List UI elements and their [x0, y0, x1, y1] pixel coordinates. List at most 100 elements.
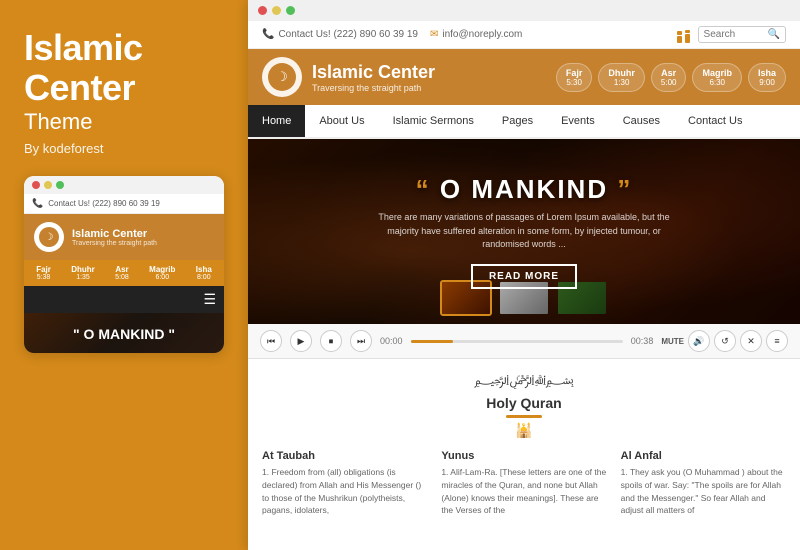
topbar-left: 📞 Contact Us! (222) 890 60 39 19 ✉ info@… [262, 29, 522, 40]
player-stop-btn[interactable]: ⏹ [320, 330, 342, 352]
phone-icon: 📞 [32, 198, 43, 209]
site-name-wrap: Islamic Center Traversing the straight p… [312, 62, 435, 93]
arabic-text: ﷽ [262, 371, 786, 393]
contact-email-text: info@noreply.com [442, 29, 522, 40]
hero-content: “ O MANKIND ” There are many variations … [364, 174, 684, 289]
player-right-controls: MUTE 🔊 ↺ ✕ ≡ [661, 330, 788, 352]
audio-player: ⏮ ▶ ⏹ ⏭ 00:00 00:38 MUTE 🔊 ↺ ✕ ≡ [248, 324, 800, 359]
read-more-button[interactable]: READ MORE [471, 264, 577, 289]
mobile-prayer-row: Fajr 5:38 Dhuhr 1:35 Asr 5:08 Magrib 6:0… [24, 260, 224, 286]
mobile-site-title: Islamic Center [72, 228, 157, 240]
col-title-3: Al Anfal [621, 450, 786, 462]
site-tagline: Traversing the straight path [312, 83, 435, 93]
search-icon: 🔍 [768, 29, 780, 40]
player-time-start: 00:00 [380, 336, 403, 346]
site-header: ☽ Islamic Center Traversing the straight… [248, 49, 800, 105]
player-volume-btn[interactable]: 🔊 [688, 330, 710, 352]
nav-causes[interactable]: Causes [609, 105, 674, 137]
prayer-asr: Asr 5:00 [651, 63, 687, 92]
prayer-dhuhr: Dhuhr 1:30 [598, 63, 645, 92]
contact-phone-text: Contact Us! (222) 890 60 39 19 [278, 29, 418, 40]
player-loop-btn[interactable]: ↺ [714, 330, 736, 352]
prayer-fajr: Fajr 5:30 [556, 63, 593, 92]
hero-title-text: O MANKIND [440, 174, 608, 204]
topbar-contact-email: ✉ info@noreply.com [430, 29, 522, 40]
phone-icon: 📞 [262, 29, 274, 40]
crescent-icon: ☽ [45, 232, 54, 243]
mobile-contact-bar: 📞 Contact Us! (222) 890 60 39 19 [24, 194, 224, 214]
player-shuffle-btn[interactable]: ✕ [740, 330, 762, 352]
prayer-times-row: Fajr 5:30 Dhuhr 1:30 Asr 5:00 Magrib 6:3… [556, 63, 786, 92]
col-text-2: 1. Alif-Lam-Ra. [These letters are one o… [441, 466, 606, 517]
mobile-site-tagline: Traversing the straight path [72, 240, 157, 247]
mobile-hero-title: " O MANKIND " [34, 327, 214, 342]
browser-dot-yellow[interactable] [272, 6, 281, 15]
prayer-magrib: Magrib 6:30 [692, 63, 742, 92]
quran-center: ﷽ Holy Quran 🕌 [262, 371, 786, 440]
player-next-btn[interactable]: ⏭ [350, 330, 372, 352]
col-text-3: 1. They ask you (O Muhammad ) about the … [621, 466, 786, 517]
mobile-prayer-isha: Isha 8:00 [196, 265, 212, 281]
browser-panel: 📞 Contact Us! (222) 890 60 39 19 ✉ info@… [248, 0, 800, 550]
column-at-taubah: At Taubah 1. Freedom from (all) obligati… [262, 450, 427, 517]
header-logo-area: ☽ Islamic Center Traversing the straight… [262, 57, 435, 97]
dot-green [56, 181, 64, 189]
quran-icon: 🕌 [515, 422, 532, 438]
progress-bar[interactable] [411, 340, 623, 343]
crescent-logo-icon: ☽ [276, 69, 288, 85]
left-title: IslamicCenter [24, 28, 224, 107]
nav-home[interactable]: Home [248, 105, 305, 137]
nav-about[interactable]: About Us [305, 105, 378, 137]
hamburger-icon[interactable]: ☰ [203, 291, 216, 308]
nav-pages[interactable]: Pages [488, 105, 547, 137]
site-topbar: 📞 Contact Us! (222) 890 60 39 19 ✉ info@… [248, 21, 800, 49]
mobile-top-bar [24, 176, 224, 194]
site-logo: ☽ [262, 57, 302, 97]
nav-contact[interactable]: Contact Us [674, 105, 756, 137]
browser-dot-green[interactable] [286, 6, 295, 15]
column-yunus: Yunus 1. Alif-Lam-Ra. [These letters are… [441, 450, 606, 517]
column-al-anfal: Al Anfal 1. They ask you (O Muhammad ) a… [621, 450, 786, 517]
search-input[interactable] [704, 29, 764, 40]
left-subtitle: Theme [24, 109, 224, 135]
mobile-contact-text: Contact Us! (222) 890 60 39 19 [48, 199, 160, 208]
topbar-contact-phone: 📞 Contact Us! (222) 890 60 39 19 [262, 29, 418, 40]
hero-quote-open: “ [416, 174, 431, 204]
orange-divider [506, 415, 542, 418]
stat-bar-1 [677, 27, 682, 43]
mobile-logo: ☽ [34, 222, 64, 252]
browser-chrome [248, 0, 800, 21]
holy-quran-title: Holy Quran [262, 395, 786, 411]
mute-label: MUTE [661, 337, 684, 346]
mobile-nav-bar: ☰ [24, 286, 224, 313]
left-panel: IslamicCenter Theme By kodeforest 📞 Cont… [0, 0, 248, 550]
mobile-prayer-fajr: Fajr 5:38 [36, 265, 51, 281]
nav-sermons[interactable]: Islamic Sermons [379, 105, 488, 137]
hero-quote-close: ” [617, 174, 632, 204]
browser-dot-red[interactable] [258, 6, 267, 15]
hero-title: “ O MANKIND ” [364, 174, 684, 205]
left-by: By kodeforest [24, 141, 224, 156]
columns-row: At Taubah 1. Freedom from (all) obligati… [262, 450, 786, 517]
mobile-mockup: 📞 Contact Us! (222) 890 60 39 19 ☽ Islam… [24, 176, 224, 352]
topbar-right: 🔍 [677, 26, 786, 43]
player-play-btn[interactable]: ▶ [290, 330, 312, 352]
player-time-end: 00:38 [631, 336, 654, 346]
nav-events[interactable]: Events [547, 105, 609, 137]
mobile-prayer-asr: Asr 5:08 [115, 265, 129, 281]
mobile-prayer-magrib: Magrib 6:00 [149, 265, 175, 281]
progress-bar-fill [411, 340, 453, 343]
dot-yellow [44, 181, 52, 189]
player-playlist-btn[interactable]: ≡ [766, 330, 788, 352]
content-section: ﷽ Holy Quran 🕌 At Taubah 1. Freedom from… [248, 359, 800, 550]
mobile-logo-text: Islamic Center Traversing the straight p… [72, 228, 157, 247]
hero-section: “ O MANKIND ” There are many variations … [248, 139, 800, 324]
dot-red [32, 181, 40, 189]
player-prev-btn[interactable]: ⏮ [260, 330, 282, 352]
mobile-prayer-dhuhr: Dhuhr 1:35 [71, 265, 95, 281]
col-title-1: At Taubah [262, 450, 427, 462]
col-text-1: 1. Freedom from (all) obligations (is de… [262, 466, 427, 517]
mobile-hero: " O MANKIND " [24, 313, 224, 352]
site-name: Islamic Center [312, 62, 435, 83]
stat-bar-2 [685, 27, 690, 43]
